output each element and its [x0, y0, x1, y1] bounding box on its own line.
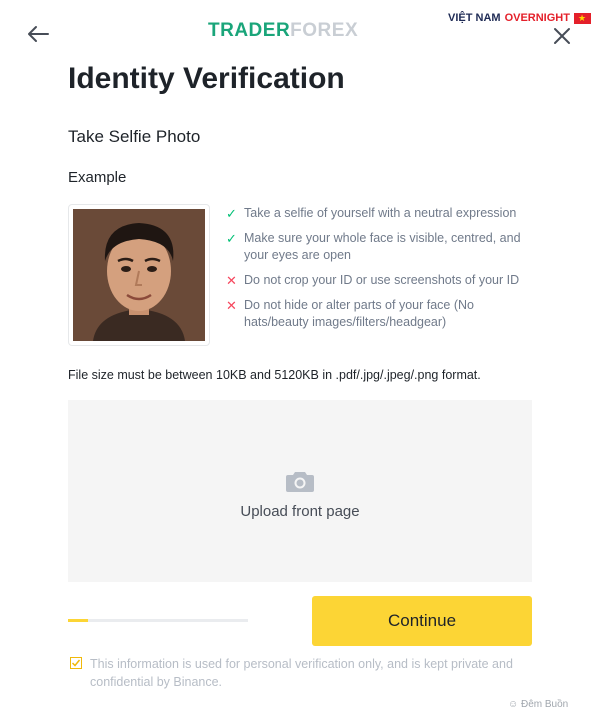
continue-button[interactable]: Continue: [312, 596, 532, 646]
progress-bar: [68, 619, 248, 622]
rule-text: Do not hide or alter parts of your face …: [244, 298, 474, 329]
check-icon: ✓: [226, 231, 237, 246]
example-label: Example: [68, 169, 127, 186]
back-button[interactable]: [24, 20, 52, 48]
example-selfie-photo: [68, 204, 210, 346]
progress-fill: [68, 619, 88, 622]
section-title: Take Selfie Photo: [68, 127, 201, 146]
check-icon: ✓: [226, 206, 237, 221]
logo-forex-text: FOREX: [290, 20, 359, 41]
rule-item: ✓ Make sure your whole face is visible, …: [226, 230, 536, 264]
close-icon: [554, 28, 570, 44]
file-size-note: File size must be between 10KB and 5120K…: [68, 368, 481, 382]
cross-icon: ✕: [226, 298, 237, 313]
selfie-rules-list: ✓ Take a selfie of yourself with a neutr…: [226, 205, 536, 339]
upload-label: Upload front page: [240, 503, 360, 520]
watermark: ☺ Đêm Buồn: [508, 699, 569, 710]
page-title: Identity Verification: [68, 62, 345, 95]
arrow-left-icon: [28, 26, 49, 42]
close-button[interactable]: [548, 22, 576, 50]
rule-item: ✕ Do not hide or alter parts of your fac…: [226, 297, 536, 331]
flag-icon: [573, 12, 591, 24]
logo: TRADERFOREX: [208, 20, 358, 42]
privacy-note: This information is used for personal ve…: [90, 657, 513, 689]
watermark-text: Đêm Buồn: [521, 699, 569, 710]
selfie-illustration: [73, 209, 205, 341]
checkbox-icon[interactable]: [70, 657, 82, 669]
upload-front-page-area[interactable]: Upload front page: [68, 400, 532, 582]
rule-text: Do not crop your ID or use screenshots o…: [244, 273, 520, 287]
camera-icon: [286, 472, 314, 492]
rule-item: ✕ Do not crop your ID or use screenshots…: [226, 272, 536, 289]
cross-icon: ✕: [226, 273, 237, 288]
rule-text: Take a selfie of yourself with a neutral…: [244, 206, 517, 220]
rule-item: ✓ Take a selfie of yourself with a neutr…: [226, 205, 536, 222]
badge-country: VIỆT NAM: [448, 12, 501, 24]
rule-text: Make sure your whole face is visible, ce…: [244, 231, 521, 262]
logo-trader-text: TRADER: [208, 20, 291, 41]
